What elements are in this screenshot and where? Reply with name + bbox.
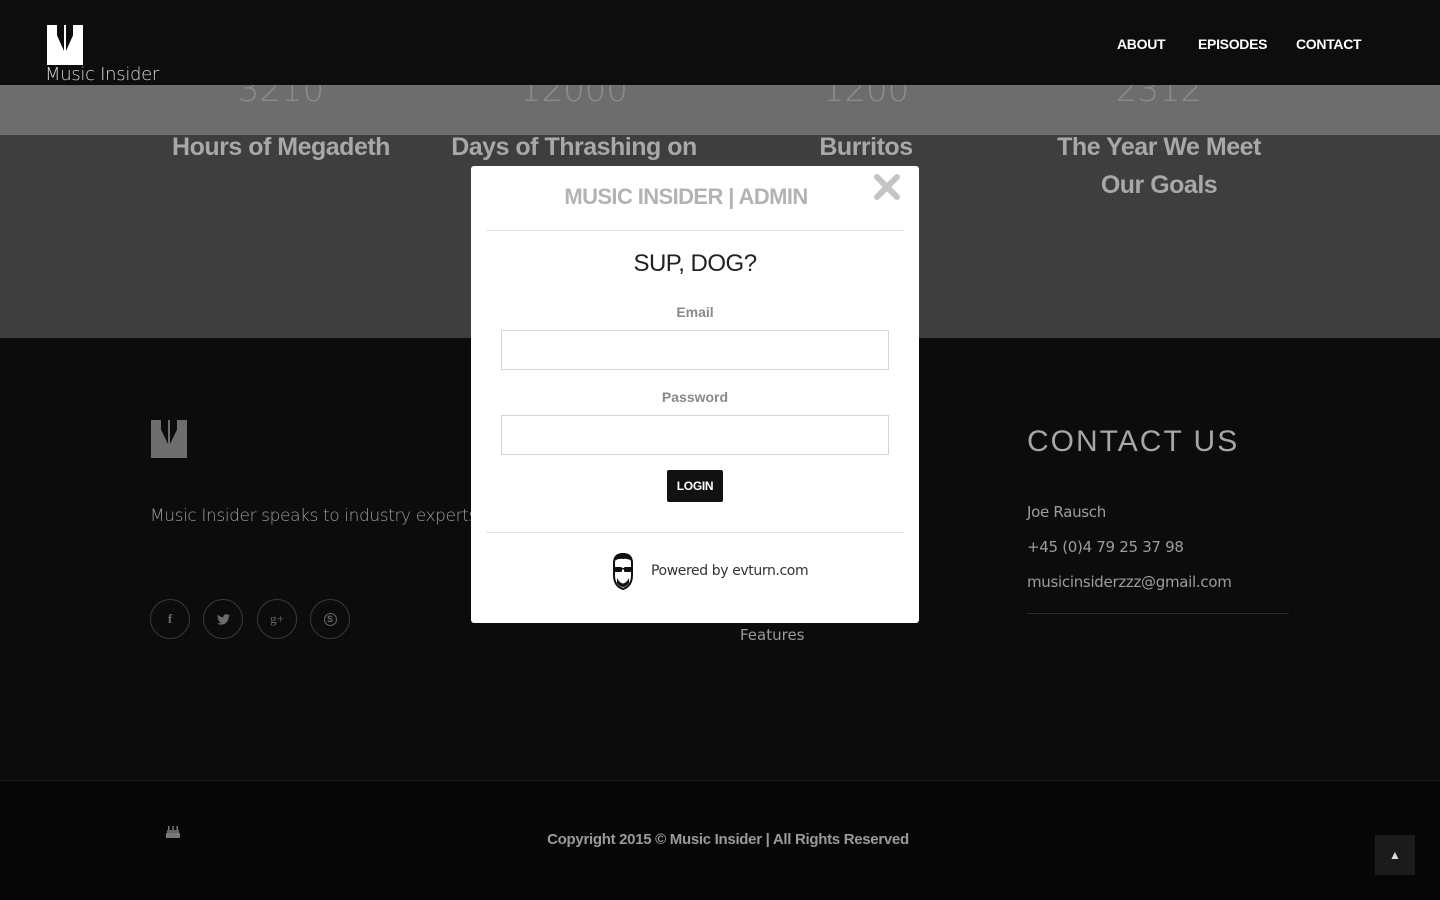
facebook-icon: f — [167, 611, 173, 626]
footer-logo — [151, 420, 187, 458]
nav-about[interactable]: ABOUT — [1117, 36, 1166, 52]
email-field[interactable] — [501, 330, 889, 370]
google-plus-button[interactable]: g+ — [257, 599, 297, 639]
twitter-icon — [216, 614, 230, 625]
password-label: Password — [661, 389, 729, 405]
copyright-text: Copyright 2015 © Music Insider | All Rig… — [547, 831, 909, 848]
skype-icon: S — [323, 613, 337, 627]
avatar-icon — [613, 553, 633, 591]
contact-divider — [1027, 613, 1289, 614]
twitter-button[interactable] — [203, 599, 243, 639]
stat-label: Burritos — [819, 133, 913, 161]
contact-name: Joe Rausch — [1027, 503, 1106, 521]
contact-email[interactable]: musicinsiderzzz@gmail.com — [1027, 573, 1232, 591]
logo-text[interactable]: Music Insider — [45, 64, 159, 85]
stat-label: The Year We Meet Our Goals — [1057, 133, 1261, 199]
modal-header-divider — [486, 230, 904, 231]
nav-contact[interactable]: CONTACT — [1296, 36, 1362, 52]
login-button[interactable]: LOGIN — [667, 470, 723, 502]
stat-label: Hours of Megadeth — [172, 133, 390, 161]
back-to-top-button[interactable]: ▲ — [1375, 835, 1415, 875]
close-icon[interactable] — [871, 171, 903, 203]
modal-footer-divider — [486, 532, 904, 533]
email-label: Email — [676, 304, 714, 320]
footer-link-features[interactable]: Features — [740, 626, 805, 644]
google-plus-icon: g+ — [270, 611, 284, 626]
facebook-button[interactable]: f — [150, 599, 190, 639]
modal-greeting: SUP, DOG? — [633, 250, 757, 277]
site-header: Music Insider ABOUT EPISODES CONTACT — [0, 0, 1440, 85]
skype-button[interactable]: S — [310, 599, 350, 639]
chevron-up-icon: ▲ — [1389, 848, 1401, 862]
nav-episodes[interactable]: EPISODES — [1198, 36, 1267, 52]
contact-heading: CONTACT US — [1027, 425, 1240, 458]
modal-title: MUSIC INSIDER | ADMIN — [564, 184, 808, 209]
password-field[interactable] — [501, 415, 889, 455]
powered-by-link[interactable]: Powered by evturn.com — [651, 563, 809, 579]
contact-phone: +45 (0)4 79 25 37 98 — [1027, 538, 1184, 556]
logo-mark[interactable] — [47, 25, 83, 65]
